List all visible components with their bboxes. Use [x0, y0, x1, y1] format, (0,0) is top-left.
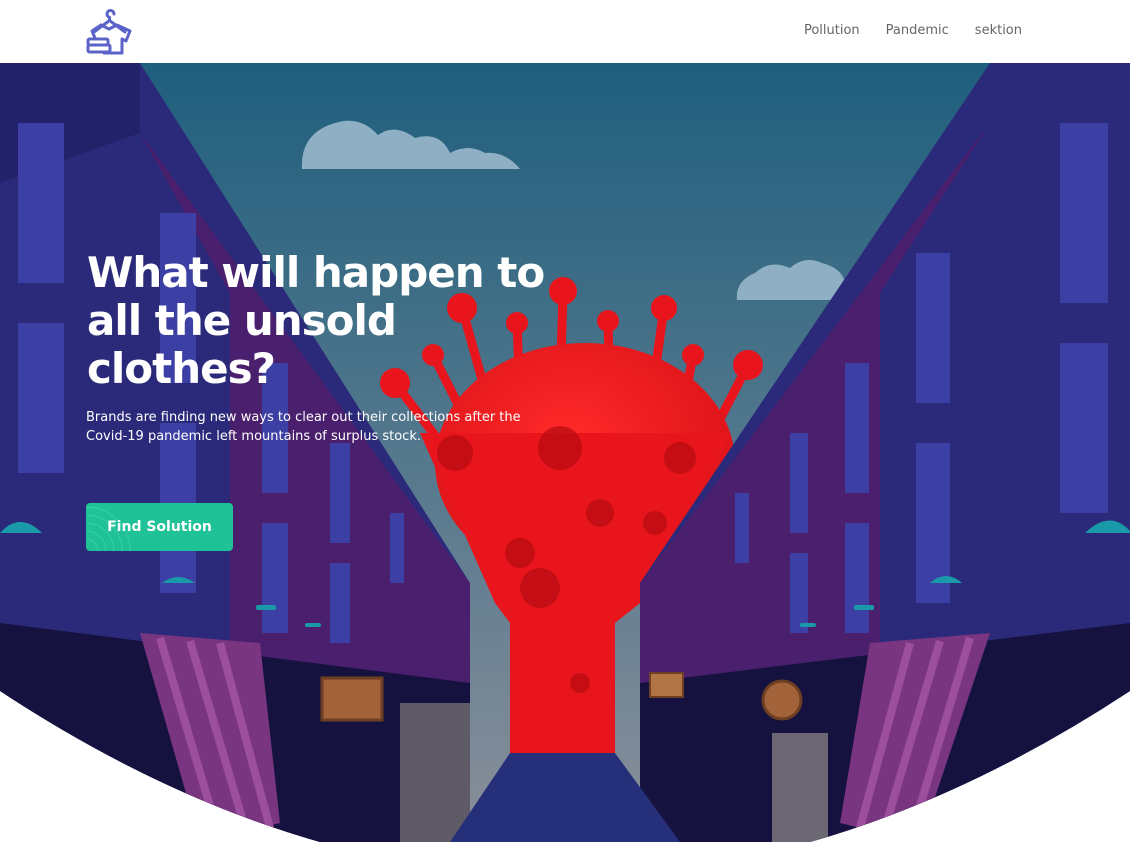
- hero-subtext: Brands are finding new ways to clear out…: [86, 410, 521, 444]
- site-header: Pollution Pandemic sektion: [0, 0, 1130, 63]
- clothes-hanger-shirt-icon[interactable]: [84, 5, 136, 57]
- nav-item-pandemic[interactable]: Pandemic: [886, 22, 949, 40]
- find-solution-button[interactable]: Find Solution: [86, 503, 233, 551]
- find-solution-label: Find Solution: [107, 519, 212, 535]
- nav-item-sektion[interactable]: sektion: [975, 22, 1022, 40]
- hero-section: What will happen to all the unsold cloth…: [0, 63, 1130, 842]
- virus-over-city-street-illustration: [0, 63, 1130, 842]
- main-nav: Pollution Pandemic sektion: [804, 22, 1022, 40]
- hero-headline: What will happen to all the unsold cloth…: [87, 248, 545, 393]
- nav-item-pollution[interactable]: Pollution: [804, 22, 860, 40]
